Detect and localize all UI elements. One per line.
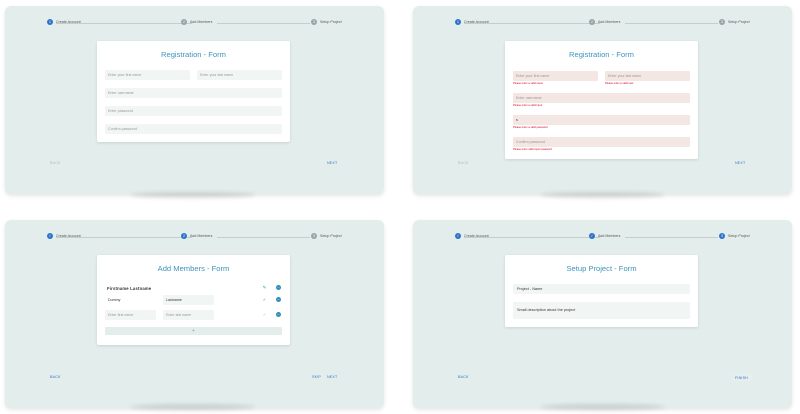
stepper: 1 Create Account 2 Add Members 3 Setup P… (47, 19, 342, 27)
password-error: Please enter a valid password (513, 126, 548, 129)
back-button[interactable]: BACK (50, 161, 61, 165)
check-icon: ✓ (455, 233, 461, 239)
panel-setup-project: ✓ Create Account ✓ Add Members 3 Setup P… (413, 220, 792, 408)
step-dot: 2 (181, 233, 187, 239)
username-field[interactable]: Enter username (105, 88, 282, 98)
step-add-members[interactable]: 2 Add Members (181, 233, 212, 239)
next-button[interactable]: NEXT (327, 161, 337, 165)
panel-registration-errors: 1 Create Account 2 Add Members 3 Setup P… (413, 6, 792, 194)
step-setup-project[interactable]: 3 Setup Project (311, 233, 342, 239)
password-field[interactable]: s (513, 115, 690, 125)
step-label: Setup Project (320, 20, 342, 24)
back-button[interactable]: BACK (458, 161, 469, 165)
step-create-account[interactable]: ✓ Create Account (47, 233, 81, 239)
new-first-name-field[interactable]: Enter first name (105, 310, 156, 320)
member-name: Firstname Lastname (107, 286, 152, 291)
skip-button[interactable]: SKIP (312, 375, 321, 379)
step-create-account[interactable]: ✓ Create Account (455, 233, 489, 239)
check-icon[interactable]: ✓ (262, 297, 267, 302)
form-title: Setup Project - Form (566, 264, 637, 273)
panel-registration: 1 Create Account 2 Add Members 3 Setup P… (5, 6, 384, 194)
registration-card: Registration - Form Enter your first nam… (505, 41, 698, 159)
member-last-name-field[interactable]: Lastname (163, 295, 214, 305)
step-setup-project[interactable]: 3 Setup Project (719, 233, 750, 239)
panel-shadow (130, 192, 255, 198)
step-label: Create Account (464, 234, 489, 238)
form-title: Add Members - Form (157, 264, 230, 273)
step-add-members[interactable]: 2 Add Members (589, 19, 620, 25)
next-button[interactable]: NEXT (327, 375, 337, 379)
step-setup-project[interactable]: 3 Setup Project (719, 19, 750, 25)
step-dot: 3 (311, 19, 317, 25)
step-add-members[interactable]: ✓ Add Members (589, 233, 620, 239)
step-label: Add Members (190, 20, 213, 24)
check-icon[interactable]: ✓ (262, 312, 267, 317)
new-last-name-field[interactable]: Enter last name (163, 310, 214, 320)
panel-shadow (540, 404, 665, 410)
back-button[interactable]: BACK (458, 375, 469, 379)
panel-shadow (540, 192, 665, 198)
step-label: Setup Project (728, 20, 750, 24)
step-label: Add Members (190, 234, 213, 238)
step-label: Add Members (598, 234, 621, 238)
stepper-line (625, 236, 718, 238)
member-first-name-field[interactable]: Dummy (105, 295, 156, 305)
step-dot: 3 (719, 233, 725, 239)
check-icon: ✓ (589, 233, 595, 239)
password-field[interactable]: Enter password (105, 106, 282, 116)
step-label: Create Account (56, 234, 81, 238)
check-icon: ✓ (47, 233, 53, 239)
project-description-field[interactable]: Small description about the project (513, 302, 690, 319)
minus-circle-icon[interactable]: − (276, 312, 281, 317)
stepper-line (217, 22, 310, 24)
step-label: Setup Project (728, 234, 750, 238)
step-create-account[interactable]: 1 Create Account (455, 19, 489, 25)
step-dot: 1 (47, 19, 53, 25)
step-dot: 3 (719, 19, 725, 25)
confirm-password-field[interactable]: Confirm password (105, 124, 282, 134)
finish-button[interactable]: FINISH (731, 374, 752, 381)
confirm-password-field[interactable]: Confirm password (513, 137, 690, 147)
minus-circle-icon[interactable]: − (276, 285, 281, 290)
step-label: Create Account (56, 20, 81, 24)
back-button[interactable]: BACK (50, 375, 61, 379)
project-name-field[interactable]: Project - Name (513, 284, 690, 294)
stepper-line (625, 22, 718, 24)
members-card: Add Members - Form Firstname Lastname ✎ … (97, 255, 290, 345)
step-label: Create Account (464, 20, 489, 24)
first-name-error: Please enter a valid name (513, 82, 543, 85)
last-name-field[interactable]: Enter your last name (605, 71, 690, 81)
first-name-field[interactable]: Enter your first name (105, 70, 190, 80)
registration-card: Registration - Form Enter your first nam… (97, 41, 290, 142)
step-label: Add Members (598, 20, 621, 24)
username-field[interactable]: Enter username (513, 93, 690, 103)
step-add-members[interactable]: 2 Add Members (181, 19, 212, 25)
add-member-button[interactable]: + (105, 327, 282, 335)
confirm-password-error: Please enter valid input password (513, 148, 552, 151)
panel-shadow (130, 404, 255, 410)
project-card: Setup Project - Form Project - Name Smal… (505, 255, 698, 327)
minus-circle-icon[interactable]: − (276, 297, 281, 302)
pencil-icon[interactable]: ✎ (262, 285, 267, 290)
panel-add-members: ✓ Create Account 2 Add Members 3 Setup P… (5, 220, 384, 408)
step-dot: 3 (311, 233, 317, 239)
form-title: Registration - Form (569, 50, 634, 59)
first-name-field[interactable]: Enter your first name (513, 71, 598, 81)
stepper: ✓ Create Account 2 Add Members 3 Setup P… (47, 233, 342, 241)
last-name-error: Please enter a valid user (605, 82, 634, 85)
last-name-field[interactable]: Enter your last name (197, 70, 282, 80)
step-dot: 1 (455, 19, 461, 25)
stepper-line (217, 236, 310, 238)
stepper: 1 Create Account 2 Add Members 3 Setup P… (455, 19, 750, 27)
step-dot: 2 (181, 19, 187, 25)
username-error: Please enter a valid input (513, 104, 543, 107)
next-button[interactable]: NEXT (735, 161, 745, 165)
step-create-account[interactable]: 1 Create Account (47, 19, 81, 25)
step-setup-project[interactable]: 3 Setup Project (311, 19, 342, 25)
stepper: ✓ Create Account ✓ Add Members 3 Setup P… (455, 233, 750, 241)
form-title: Registration - Form (161, 50, 226, 59)
step-label: Setup Project (320, 234, 342, 238)
step-dot: 2 (589, 19, 595, 25)
